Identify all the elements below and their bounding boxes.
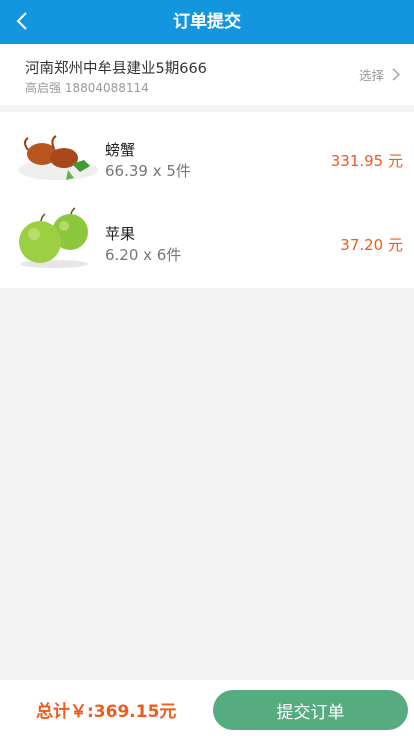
select-label: 选择 (358, 67, 384, 83)
page-title: 订单提交 (173, 12, 241, 32)
list-item[interactable]: 苹果 6.20 x 6件 37.20 元 (0, 196, 414, 280)
chevron-right-icon (392, 67, 400, 81)
address-contact: 高启强 18804088114 (25, 81, 149, 95)
crab-image (18, 135, 98, 180)
apple-image (19, 207, 88, 268)
select-address-button[interactable]: 选择 (359, 64, 400, 84)
order-total: 总计￥:369.15元 (36, 702, 177, 722)
item-price: 331.95 元 (330, 152, 403, 170)
top-bar: 订单提交 (0, 0, 414, 44)
address-line: 河南郑州中牟县建业5期666 (25, 61, 207, 77)
item-name: 螃蟹 (105, 141, 136, 159)
list-item[interactable]: 螃蟹 66.39 x 5件 331.95 元 (0, 112, 414, 196)
item-quantity: 6.20 x 6件 (105, 246, 182, 264)
submit-order-button[interactable]: 提交订单 (213, 690, 408, 730)
item-quantity: 66.39 x 5件 (105, 162, 191, 180)
address-card[interactable]: 河南郑州中牟县建业5期666 高启强 18804088114 选择 (0, 44, 414, 105)
item-name: 苹果 (105, 225, 136, 243)
order-item-list: 螃蟹 66.39 x 5件 331.95 元 苹果 6.20 x 6件 37.2… (0, 112, 414, 288)
checkout-bar: 总计￥:369.15元 提交订单 (0, 680, 414, 736)
item-price: 37.20 元 (340, 236, 403, 254)
